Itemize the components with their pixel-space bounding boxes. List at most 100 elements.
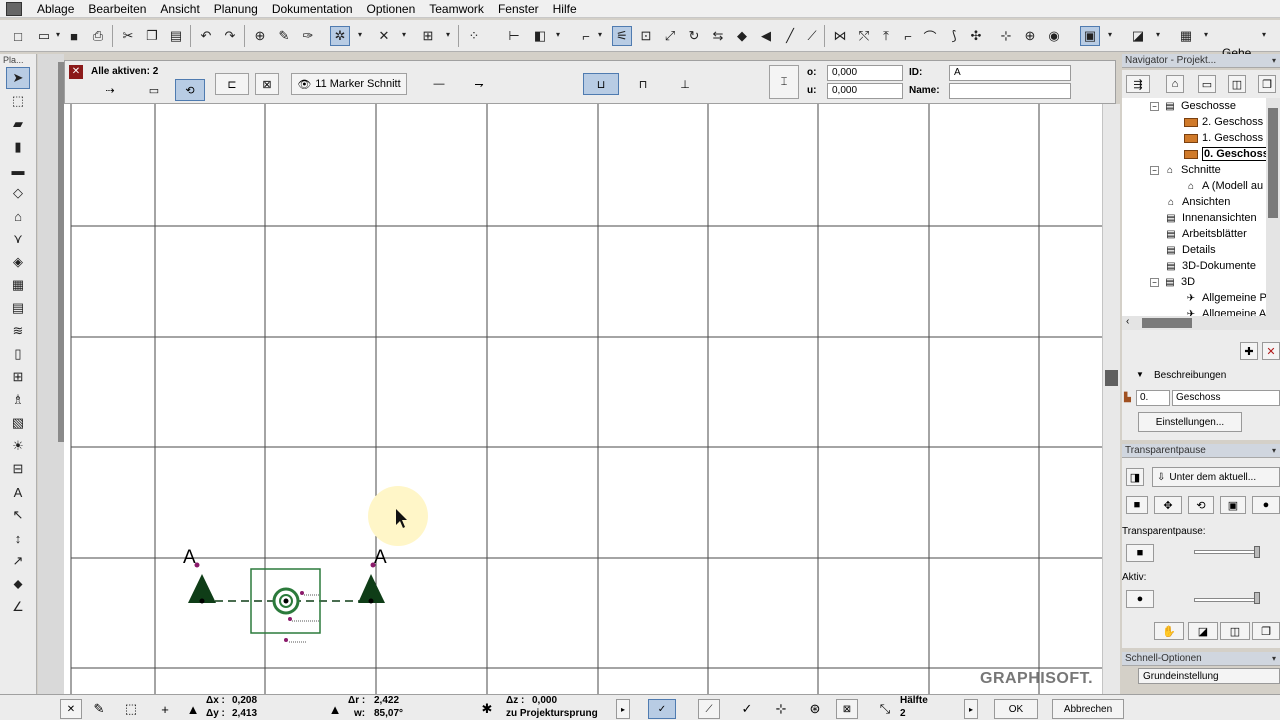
- line-marker-icon[interactable]: —: [425, 73, 453, 95]
- id-field[interactable]: A: [949, 65, 1071, 81]
- navigator-vertical-scrollbar[interactable]: [1266, 98, 1280, 316]
- edit-hotspot[interactable]: [300, 591, 304, 595]
- publisher-icon[interactable]: ◫: [1228, 75, 1246, 93]
- view-map-icon[interactable]: ⌂: [1166, 75, 1184, 93]
- organizer-icon[interactable]: ❐: [1258, 75, 1276, 93]
- menu-planung[interactable]: Planung: [207, 0, 265, 18]
- depth-icon[interactable]: ⌶: [769, 65, 799, 99]
- edit-hotspot[interactable]: [284, 638, 288, 642]
- roof-tool-icon[interactable]: ⌂: [6, 205, 30, 227]
- active-intensity-slider[interactable]: [1194, 598, 1258, 602]
- origin-icon[interactable]: ✱: [478, 700, 496, 718]
- snap-guide-dropdown[interactable]: ▾: [358, 30, 362, 39]
- ok-button[interactable]: OK: [994, 699, 1038, 719]
- tree-expander-icon[interactable]: −: [1150, 101, 1159, 111]
- marker-settings-button[interactable]: 👁 11 Marker Schnitt: [291, 73, 407, 95]
- pencil-icon[interactable]: ✎: [90, 700, 108, 718]
- snap-guide-icon[interactable]: ✲: [330, 26, 350, 46]
- grundeinstellung-dropdown[interactable]: Grundeinstellung: [1138, 668, 1280, 684]
- open-folder-icon[interactable]: ▭: [34, 26, 54, 46]
- object-tool-icon[interactable]: ♗: [6, 389, 30, 411]
- level-dimension-tool-icon[interactable]: ↕: [6, 527, 30, 549]
- navigator-tree-item[interactable]: − ▤ 3D: [1150, 274, 1195, 290]
- guideline-dropdown[interactable]: ▾: [402, 30, 406, 39]
- o-field[interactable]: 0,000: [827, 65, 903, 81]
- schnell-optionen-menu-arrow[interactable]: ▾: [1272, 652, 1276, 666]
- trace-color-icon[interactable]: ■: [1126, 544, 1154, 562]
- dz-value[interactable]: 0,000: [532, 695, 557, 706]
- window-icon[interactable]: ▣: [1080, 26, 1100, 46]
- trim-icon[interactable]: ⌐: [576, 26, 596, 46]
- section-marker[interactable]: A A: [183, 547, 387, 643]
- project-map-icon[interactable]: ⇶: [1126, 75, 1150, 93]
- navigator-tree-item[interactable]: ⌂ Ansichten: [1164, 194, 1230, 210]
- limit-line-icon[interactable]: ⊔: [583, 73, 619, 95]
- menu-bearbeiten[interactable]: Bearbeiten: [81, 0, 153, 18]
- trace-intensity-knob[interactable]: [1254, 546, 1260, 558]
- arrow-tool-icon[interactable]: ➤: [6, 67, 30, 89]
- menu-teamwork[interactable]: Teamwork: [422, 0, 491, 18]
- marker-hide-icon[interactable]: ⊠: [255, 73, 279, 95]
- layer-dropdown[interactable]: ▾: [556, 30, 560, 39]
- window-tool-icon[interactable]: ⊞: [6, 366, 30, 388]
- grid-snap-icon[interactable]: ⁘: [464, 26, 484, 46]
- trace-overlap-icon[interactable]: ◪: [1188, 622, 1218, 640]
- save-icon[interactable]: ■: [64, 26, 84, 46]
- navigator-tree-item[interactable]: ▤ 3D-Dokumente: [1164, 258, 1256, 274]
- delta-icon[interactable]: ▲: [184, 700, 202, 718]
- intersection-icon[interactable]: ⊠: [836, 699, 858, 719]
- rotate-icon[interactable]: ↻: [684, 26, 704, 46]
- redo-icon[interactable]: ↷: [220, 26, 240, 46]
- infobox-close-icon[interactable]: ✕: [69, 65, 83, 79]
- trace-rotate-icon[interactable]: ⟲: [1188, 496, 1214, 514]
- marquee-icon[interactable]: ⬚: [122, 700, 140, 718]
- railing-tool-icon[interactable]: ≋: [6, 320, 30, 342]
- active-color-icon[interactable]: ●: [1126, 590, 1154, 608]
- u-field[interactable]: 0,000: [827, 83, 903, 99]
- navigator-tree-item[interactable]: ▤ Arbeitsblätter: [1164, 226, 1247, 242]
- hotspot-icon[interactable]: ✣: [966, 26, 986, 46]
- toolbox-scrollbar[interactable]: [38, 54, 64, 694]
- menu-ablage[interactable]: Ablage: [30, 0, 81, 18]
- menu-hilfe[interactable]: Hilfe: [546, 0, 584, 18]
- lamp-tool-icon[interactable]: ☀: [6, 435, 30, 457]
- perpendicular-icon[interactable]: ⊹: [772, 700, 790, 718]
- transparentpause-title-bar[interactable]: Transparentpause ▾: [1122, 444, 1280, 458]
- arrow-marker-icon[interactable]: ⇁: [465, 73, 493, 95]
- gehe-dropdown[interactable]: ▾: [1262, 30, 1266, 39]
- menu-optionen[interactable]: Optionen: [360, 0, 423, 18]
- copy-icon[interactable]: ❐: [142, 26, 162, 46]
- active-intensity-knob[interactable]: [1254, 592, 1260, 604]
- navigator-tree-item[interactable]: − ⌂ Schnitte: [1150, 162, 1221, 178]
- limit-line-3-icon[interactable]: ⊥: [667, 73, 703, 95]
- navigator-hscroll-thumb[interactable]: [1142, 318, 1192, 328]
- guideline-icon[interactable]: ✕: [374, 26, 394, 46]
- slab-tool-icon[interactable]: ◇: [6, 182, 30, 204]
- navigator-tree-item[interactable]: 1. Geschoss: [1184, 130, 1263, 146]
- navigator-scroll-thumb[interactable]: [1268, 108, 1278, 218]
- explode-icon[interactable]: ⌐: [898, 26, 918, 46]
- rotation-center-dot[interactable]: [283, 598, 289, 604]
- einstellungen-button[interactable]: Einstellungen...: [1138, 412, 1242, 432]
- eyedropper-icon[interactable]: ✎: [274, 26, 294, 46]
- line-snap-icon[interactable]: ⟋: [698, 699, 720, 719]
- offset-icon[interactable]: ◀: [756, 26, 776, 46]
- cancel-input-icon[interactable]: ✕: [60, 699, 82, 719]
- trace-reset-icon[interactable]: ▣: [1220, 496, 1246, 514]
- trace-hand-icon[interactable]: ✋: [1154, 622, 1184, 640]
- tree-expander-icon[interactable]: −: [1150, 277, 1159, 287]
- orientation-icon[interactable]: ⟲: [175, 79, 205, 101]
- syringe-icon[interactable]: ✑: [298, 26, 318, 46]
- navigator-menu-arrow[interactable]: ▾: [1272, 54, 1276, 68]
- navigator-tree-item[interactable]: ⌂ A (Modell au: [1184, 178, 1263, 194]
- floor-plan-canvas[interactable]: A A: [64, 104, 1102, 694]
- marker-type-icon[interactable]: ⊏: [215, 73, 249, 95]
- marker-hotspot[interactable]: [368, 598, 374, 604]
- label-tool-icon[interactable]: ↖: [6, 504, 30, 526]
- open-dropdown-arrow[interactable]: ▾: [56, 30, 60, 39]
- column-tool-icon[interactable]: ▮: [6, 136, 30, 158]
- print-icon[interactable]: ⎙: [88, 26, 108, 46]
- story-number-field[interactable]: 0.: [1136, 390, 1170, 406]
- menu-fenster[interactable]: Fenster: [491, 0, 546, 18]
- schnell-optionen-title-bar[interactable]: Schnell-Optionen ▾: [1122, 652, 1280, 666]
